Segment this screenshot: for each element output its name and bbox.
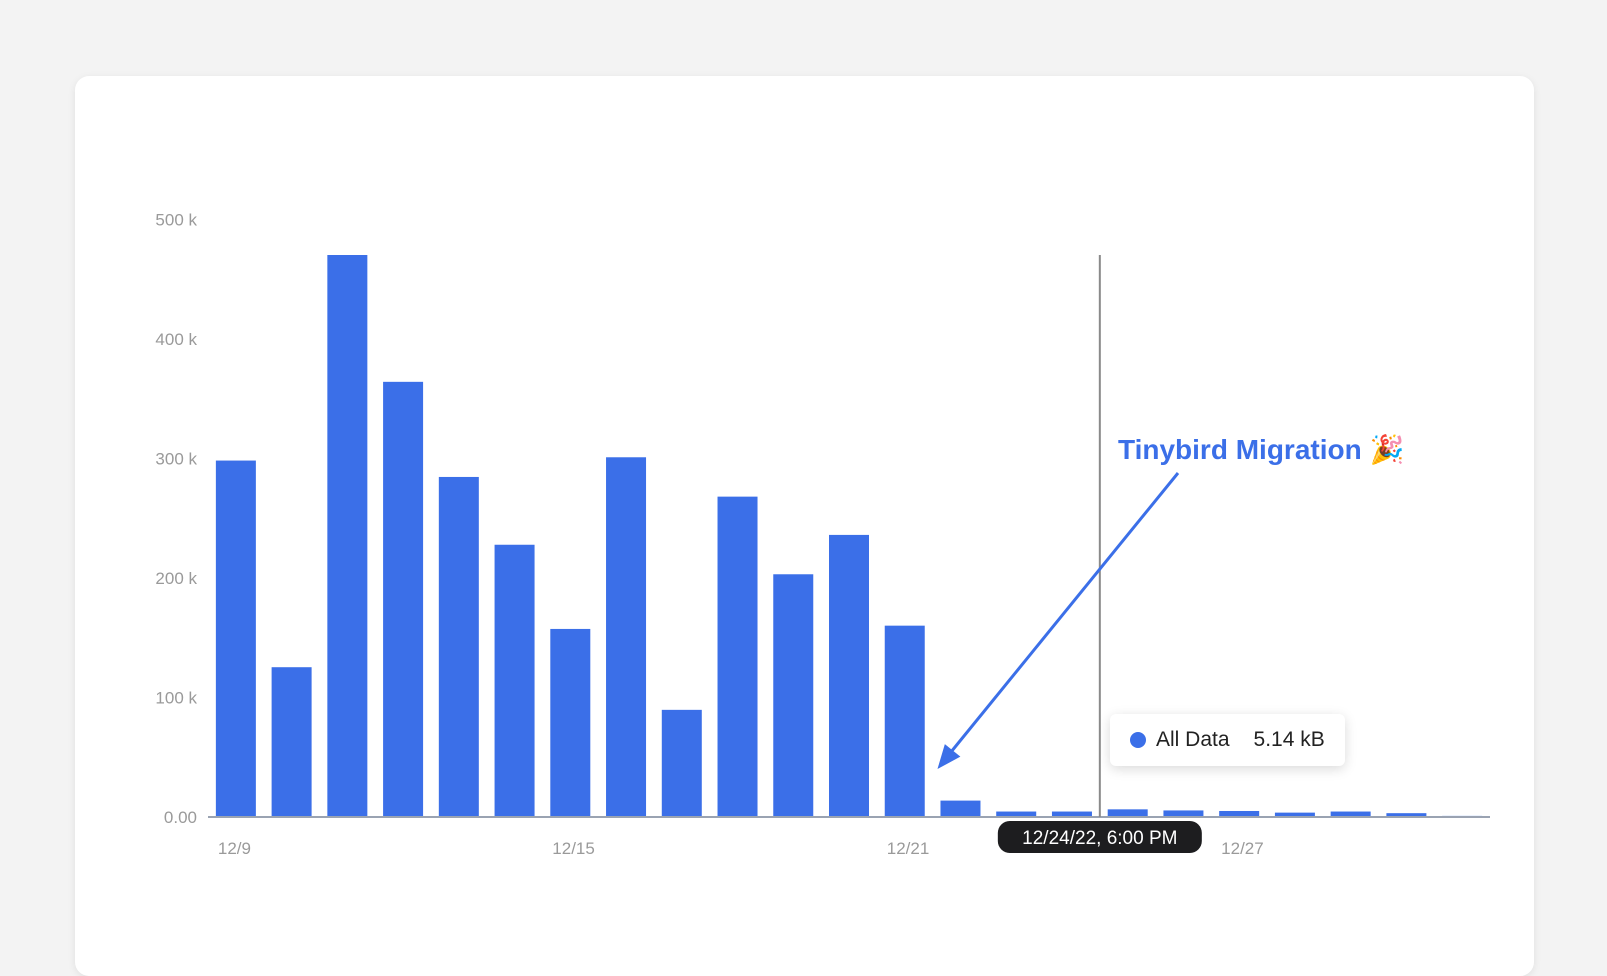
bar-12/20[interactable] [829,534,869,817]
bar-12/11[interactable] [327,255,368,817]
bar-12/16[interactable] [606,457,647,817]
bar-12/25[interactable] [1107,809,1148,817]
y-tick-label: 500 k [155,210,197,229]
x-tick-label: 12/27 [1221,839,1264,858]
y-tick-label: 0.00 [164,808,197,827]
bar-12/22[interactable] [940,800,981,817]
tooltip-series-name: All Data [1156,728,1230,751]
bar-12/13[interactable] [438,476,479,817]
x-tick-label: 12/9 [218,839,251,858]
annotation-arrowhead [937,744,961,769]
x-tick-label: 12/15 [552,839,595,858]
y-tick-label: 300 k [155,449,197,468]
y-tick-label: 200 k [155,569,197,588]
y-tick-label: 400 k [155,330,197,349]
bar-12/10[interactable] [271,667,312,817]
bar-12/12[interactable] [383,381,424,817]
hover-tooltip: All Data 5.14 kB [1110,714,1345,766]
x-tick-label: 12/21 [887,839,930,858]
y-tick-label: 100 k [155,688,197,707]
hover-x-badge: 12/24/22, 6:00 PM [997,821,1202,853]
bar-12/17[interactable] [661,709,702,817]
bar-12/15[interactable] [550,628,591,817]
bar-12/18[interactable] [717,496,758,817]
hover-x-label: 12/24/22, 6:00 PM [1022,828,1177,849]
bar-12/14[interactable] [494,544,535,817]
bar-12/21[interactable] [884,625,925,817]
tooltip-value: 5.14 kB [1253,728,1325,751]
y-axis: 0.00 100 k 200 k 300 k 400 k 500 k [155,210,197,827]
bar-chart: 0.00 100 k 200 k 300 k 400 k 500 k 12/9 12/15 1… [155,210,1490,858]
series-dot-icon [1130,732,1146,748]
bar-12/19[interactable] [773,574,814,817]
bar-12/9[interactable] [215,460,256,817]
annotation-text: Tinybird Migration 🎉 [1118,433,1404,466]
